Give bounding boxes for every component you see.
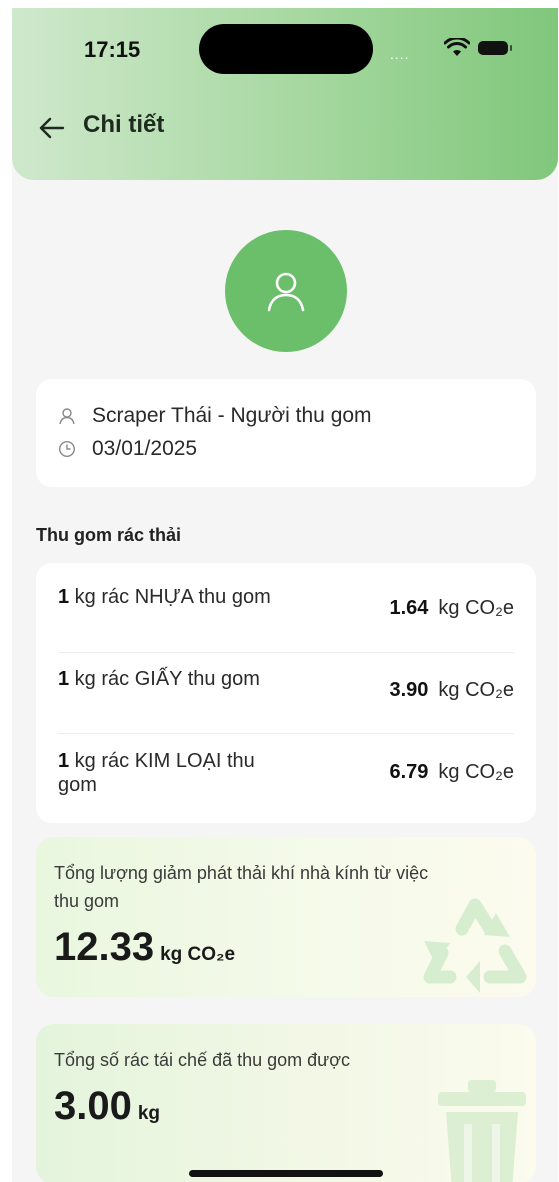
waste-desc: 1 kg rác KIM LOẠI thu gom [58, 750, 255, 796]
arrow-left-icon[interactable] [38, 114, 66, 142]
section-title: Thu gom rác thải [36, 525, 182, 545]
clock-icon [58, 440, 76, 458]
date-row: 03/01/2025 [58, 437, 197, 461]
status-time: 17:15 [84, 37, 141, 62]
header: 17:15 .... Chi tiết [12, 8, 558, 180]
emission-total-label: Tổng lượng giảm phát thải khí nhà kính t… [54, 863, 429, 911]
recycled-total-label: Tổng số rác tái chế đã thu gom được [54, 1050, 351, 1070]
waste-value: 1.64 kg CO₂e [389, 597, 514, 619]
waste-value: 6.79 kg CO₂e [389, 761, 514, 783]
user-icon [267, 272, 305, 312]
signal-dots: .... [390, 46, 410, 62]
waste-desc: 1 kg rác NHỰA thu gom [58, 586, 271, 608]
emission-total-value: 12.33 [54, 925, 155, 969]
emission-total-value-group: 12.33 kg CO₂e [54, 925, 235, 970]
recycled-total-value-group: 3.00 kg [54, 1084, 160, 1129]
user-icon [59, 408, 75, 425]
waste-desc: 1 kg rác GIẤY thu gom [58, 668, 260, 690]
list-item: 1 kg rác GIẤY thu gom 3.90 kg CO₂e [58, 645, 514, 725]
avatar [225, 230, 347, 352]
collection-date: 03/01/2025 [92, 437, 198, 460]
page-title: Chi tiết [83, 111, 165, 138]
recycled-total-value: 3.00 [54, 1084, 132, 1128]
list-item: 1 kg rác NHỰA thu gom 1.64 kg CO₂e [58, 563, 514, 643]
emission-total-card: Tổng lượng giảm phát thải khí nhà kính t… [36, 837, 536, 997]
waste-value: 3.90 kg CO₂e [389, 679, 514, 701]
battery-icon [478, 41, 512, 55]
waste-list-card: 1 kg rác NHỰA thu gom 1.64 kg CO₂e 1 kg r… [36, 563, 536, 823]
collector-row: Scraper Thái - Người thu gom [58, 404, 372, 428]
recycled-total-card: Tổng số rác tái chế đã thu gom được 3.00… [36, 1024, 536, 1182]
home-indicator[interactable] [189, 1170, 383, 1177]
trash-bin-icon [438, 1080, 526, 1182]
wifi-icon [444, 38, 470, 56]
recycled-total-unit: kg [137, 1103, 161, 1124]
info-card: Scraper Thái - Người thu gom 03/01/2025 [36, 379, 536, 487]
screen: 17:15 .... Chi tiết Scraper Thái - Người… [12, 8, 558, 1182]
emission-total-unit: kg CO₂e [160, 944, 236, 965]
collector-name: Scraper Thái - Người thu gom [92, 404, 372, 427]
list-item: 1 kg rác KIM LOẠI thu gom 6.79 kg CO₂e [58, 727, 514, 807]
dynamic-island [199, 24, 373, 74]
